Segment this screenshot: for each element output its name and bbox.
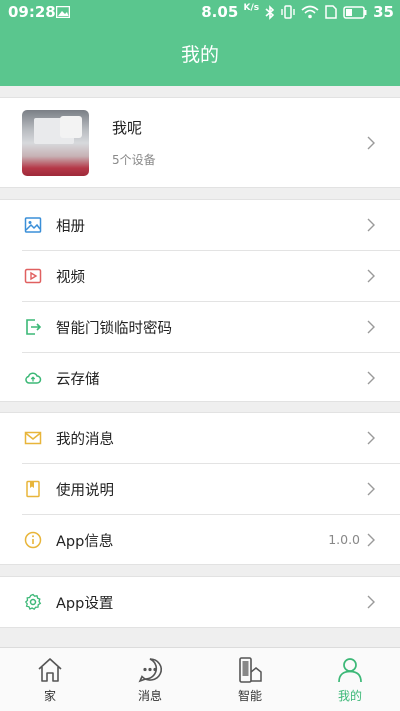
- menu-item-label: 使用说明: [56, 483, 114, 499]
- settings-icon: [24, 593, 42, 611]
- status-bar: 09:28 8.05 K/s 35: [0, 0, 400, 25]
- menu-item-app-settings[interactable]: App设置: [0, 577, 400, 627]
- tab-label: 家: [43, 689, 56, 703]
- menu-item-cloud-storage[interactable]: 云存储: [0, 353, 400, 403]
- menu-group-media: 相册 视频 智能门锁临时密码 云存储: [0, 199, 400, 402]
- network-speed: 8.05 K/s: [201, 3, 260, 21]
- menu-item-label: 视频: [56, 270, 85, 286]
- chevron-right-icon: [367, 320, 375, 334]
- chevron-right-icon: [367, 136, 375, 150]
- smart-device-icon: [239, 657, 262, 683]
- menu-group-settings: App设置: [0, 576, 400, 628]
- battery-level: 35: [373, 3, 394, 21]
- chevron-right-icon: [367, 431, 375, 445]
- profile-icon: [338, 658, 362, 683]
- menu-item-label: App设置: [56, 596, 114, 612]
- menu-item-app-info[interactable]: App信息 1.0.0: [0, 515, 400, 565]
- status-time: 09:28: [8, 3, 56, 21]
- menu-item-label: 智能门锁临时密码: [56, 321, 172, 337]
- tab-home[interactable]: 家: [0, 648, 100, 711]
- tab-label: 智能: [237, 689, 262, 703]
- menu-item-label: 我的消息: [56, 432, 114, 448]
- bottom-tab-bar: 家 消息 智能 我的: [0, 647, 400, 711]
- tab-me[interactable]: 我的: [300, 648, 400, 711]
- page-title: 我的: [0, 25, 400, 86]
- message-icon: [138, 658, 162, 683]
- chevron-right-icon: [367, 218, 375, 232]
- battery-icon: [343, 5, 367, 19]
- home-icon: [38, 658, 62, 682]
- manual-icon: [26, 480, 40, 498]
- tab-label: 我的: [337, 689, 362, 703]
- menu-item-user-manual[interactable]: 使用说明: [0, 464, 400, 514]
- chevron-right-icon: [367, 482, 375, 496]
- profile-avatar: [22, 110, 89, 176]
- app-version: 1.0.0: [328, 532, 360, 547]
- chevron-right-icon: [367, 269, 375, 283]
- image-notification-icon: [56, 6, 70, 18]
- menu-item-label: 云存储: [56, 372, 100, 388]
- chevron-right-icon: [367, 595, 375, 609]
- chevron-right-icon: [367, 371, 375, 385]
- wifi-icon: [301, 5, 319, 19]
- menu-item-label: App信息: [56, 534, 114, 550]
- device-count: 5个设备: [112, 153, 156, 167]
- info-icon: [24, 531, 42, 549]
- chevron-right-icon: [367, 533, 375, 547]
- sim-icon: [325, 5, 337, 19]
- vibrate-icon: [281, 5, 295, 19]
- mail-icon: [24, 431, 42, 445]
- tab-label: 消息: [137, 689, 162, 703]
- profile-card[interactable]: 我呢 5个设备: [0, 97, 400, 188]
- menu-item-label: 相册: [56, 219, 85, 235]
- tab-messages[interactable]: 消息: [100, 648, 200, 711]
- menu-group-info: 我的消息 使用说明 App信息 1.0.0: [0, 412, 400, 565]
- album-icon: [24, 217, 42, 233]
- menu-item-my-messages[interactable]: 我的消息: [0, 413, 400, 463]
- video-icon: [24, 268, 42, 284]
- menu-item-door-lock-password[interactable]: 智能门锁临时密码: [0, 302, 400, 352]
- door-lock-icon: [26, 319, 42, 335]
- bluetooth-icon: [265, 4, 275, 20]
- menu-item-video[interactable]: 视频: [0, 251, 400, 301]
- menu-item-album[interactable]: 相册: [0, 200, 400, 250]
- cloud-storage-icon: [25, 372, 42, 384]
- profile-name: 我呢: [112, 119, 143, 137]
- tab-smart[interactable]: 智能: [200, 648, 300, 711]
